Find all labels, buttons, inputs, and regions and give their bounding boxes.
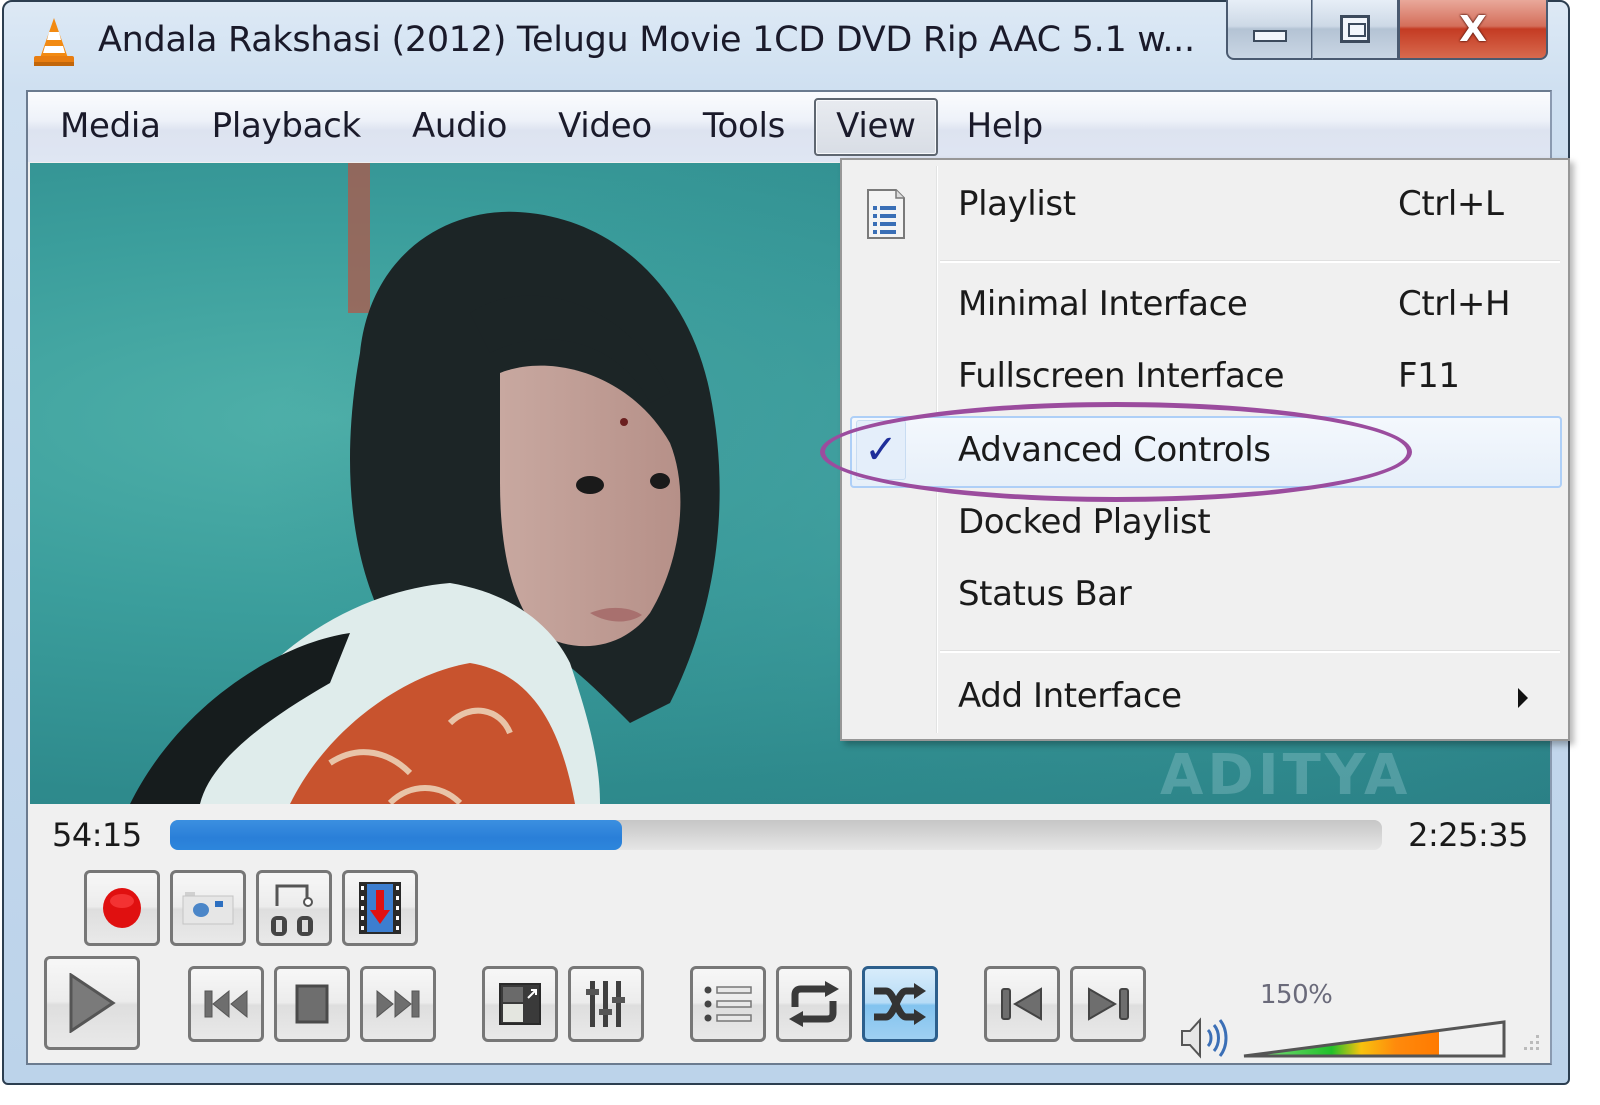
minimize-icon bbox=[1252, 30, 1287, 42]
maximize-button[interactable] bbox=[1312, 0, 1398, 60]
shuffle-icon bbox=[874, 983, 926, 1025]
menu-separator bbox=[940, 260, 1560, 263]
menu-item-label: Add Interface bbox=[958, 676, 1182, 716]
fullscreen-icon bbox=[499, 983, 541, 1025]
maximize-icon bbox=[1340, 15, 1370, 43]
menu-item-minimal-interface[interactable]: Minimal Interface Ctrl+H bbox=[842, 270, 1568, 342]
seek-row: 54:15 2:25:35 bbox=[28, 806, 1550, 866]
close-button[interactable]: X bbox=[1398, 0, 1548, 60]
menu-item-docked-playlist[interactable]: Docked Playlist bbox=[842, 488, 1568, 560]
checkmark-box: ✓ bbox=[856, 420, 906, 480]
menu-tools[interactable]: Tools bbox=[681, 98, 807, 156]
film-frame-icon bbox=[359, 882, 401, 934]
equalizer-sliders-icon bbox=[586, 981, 625, 1027]
channel-watermark: ADITYA bbox=[1160, 743, 1412, 804]
checkmark-icon: ✓ bbox=[864, 427, 898, 473]
menu-audio[interactable]: Audio bbox=[390, 98, 529, 156]
menu-item-advanced-controls[interactable]: ✓ Advanced Controls bbox=[842, 416, 1568, 488]
caption-buttons: X bbox=[1226, 0, 1548, 62]
record-button[interactable] bbox=[84, 870, 160, 946]
loop-button[interactable] bbox=[776, 966, 852, 1042]
menu-item-label: Docked Playlist bbox=[958, 502, 1211, 542]
previous-icon bbox=[204, 989, 248, 1019]
stop-icon bbox=[295, 984, 329, 1024]
menu-help[interactable]: Help bbox=[945, 98, 1065, 156]
playlist-document-icon bbox=[867, 189, 905, 239]
loop-icon bbox=[789, 981, 839, 1027]
view-menu-dropdown: Playlist Ctrl+L Minimal Interface Ctrl+H… bbox=[840, 158, 1570, 741]
minimize-button[interactable] bbox=[1226, 0, 1312, 60]
menu-item-shortcut: Ctrl+L bbox=[1398, 184, 1504, 224]
submenu-arrow-icon bbox=[1518, 688, 1528, 708]
frame-forward-button[interactable] bbox=[1070, 966, 1146, 1042]
menu-separator bbox=[940, 650, 1560, 653]
playlist-icon bbox=[704, 986, 752, 1022]
menu-view[interactable]: View bbox=[814, 98, 938, 156]
volume-level-fill bbox=[1244, 1022, 1439, 1056]
seek-progress-fill bbox=[170, 820, 623, 850]
menu-item-shortcut: Ctrl+H bbox=[1398, 284, 1511, 324]
vlc-cone-icon bbox=[34, 18, 74, 66]
frame-back-button[interactable] bbox=[984, 966, 1060, 1042]
next-icon bbox=[376, 989, 420, 1019]
menu-item-shortcut: F11 bbox=[1398, 356, 1460, 396]
playlist-button[interactable] bbox=[690, 966, 766, 1042]
extended-settings-button[interactable] bbox=[568, 966, 644, 1042]
record-icon bbox=[103, 888, 141, 928]
elapsed-time[interactable]: 54:15 bbox=[52, 816, 142, 854]
play-button[interactable] bbox=[44, 956, 140, 1050]
volume-slider[interactable] bbox=[1240, 980, 1510, 1060]
menu-item-status-bar[interactable]: Status Bar bbox=[842, 560, 1568, 632]
menu-bar: Media Playback Audio Video Tools View He… bbox=[28, 92, 1550, 162]
title-bar[interactable]: Andala Rakshasi (2012) Telugu Movie 1CD … bbox=[4, 0, 1568, 86]
ab-loop-button[interactable] bbox=[256, 870, 332, 946]
menu-item-label: Advanced Controls bbox=[958, 430, 1271, 470]
menu-video[interactable]: Video bbox=[536, 98, 674, 156]
frame-by-frame-button[interactable] bbox=[342, 870, 418, 946]
stop-button[interactable] bbox=[274, 966, 350, 1042]
close-icon: X bbox=[1459, 8, 1487, 50]
menu-media[interactable]: Media bbox=[38, 98, 183, 156]
next-button[interactable] bbox=[360, 966, 436, 1042]
ab-loop-icon bbox=[271, 884, 313, 936]
snapshot-button[interactable] bbox=[170, 870, 246, 946]
speaker-icon[interactable] bbox=[1178, 1016, 1234, 1060]
volume-control: 150% bbox=[1178, 980, 1538, 1060]
menu-playback[interactable]: Playback bbox=[190, 98, 383, 156]
step-back-icon bbox=[1001, 987, 1042, 1021]
menu-item-label: Playlist bbox=[958, 184, 1076, 224]
previous-button[interactable] bbox=[188, 966, 264, 1042]
menu-item-fullscreen-interface[interactable]: Fullscreen Interface F11 bbox=[842, 342, 1568, 414]
resize-grip-icon[interactable] bbox=[1520, 1031, 1542, 1053]
seek-slider[interactable] bbox=[170, 820, 1382, 850]
menu-item-label: Minimal Interface bbox=[958, 284, 1248, 324]
random-button[interactable] bbox=[862, 966, 938, 1042]
menu-item-playlist[interactable]: Playlist Ctrl+L bbox=[842, 170, 1568, 242]
camera-icon bbox=[182, 892, 234, 925]
fullscreen-button[interactable] bbox=[482, 966, 558, 1042]
menu-item-label: Fullscreen Interface bbox=[958, 356, 1285, 396]
step-forward-icon bbox=[1088, 987, 1129, 1021]
total-time[interactable]: 2:25:35 bbox=[1408, 816, 1528, 854]
play-icon bbox=[69, 973, 116, 1033]
menu-item-add-interface[interactable]: Add Interface bbox=[842, 662, 1568, 734]
menu-item-label: Status Bar bbox=[958, 574, 1132, 614]
window-title: Andala Rakshasi (2012) Telugu Movie 1CD … bbox=[98, 20, 1195, 60]
